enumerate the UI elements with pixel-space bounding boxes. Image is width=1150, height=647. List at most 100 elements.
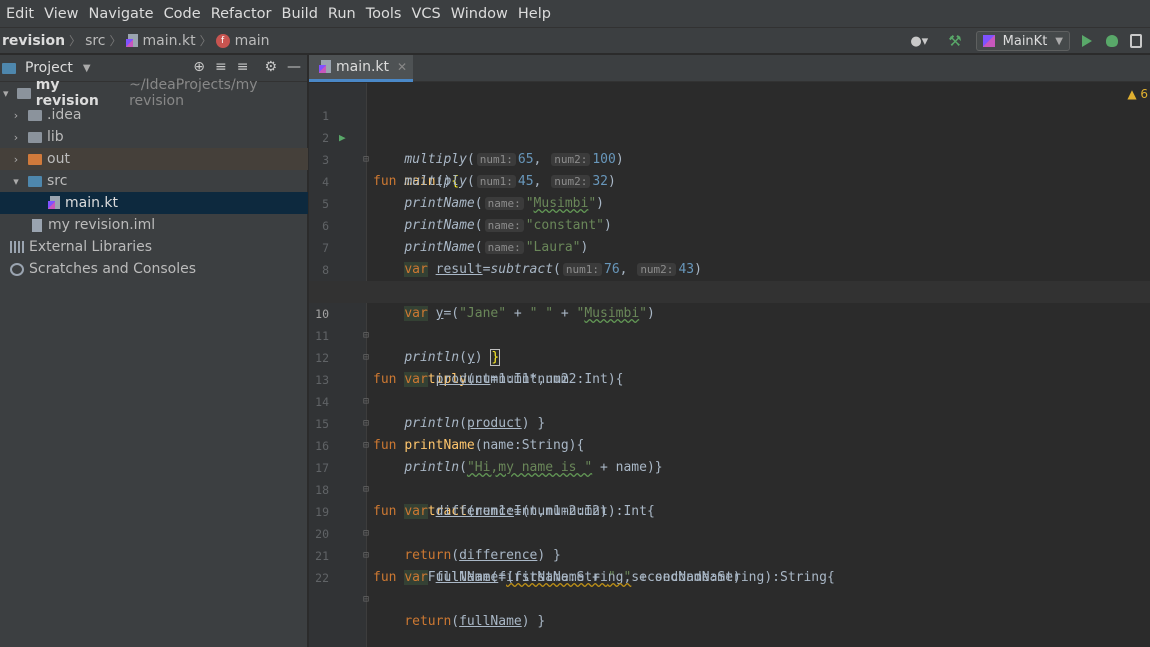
line-number: 22: [315, 571, 329, 585]
code-line[interactable]: 7 var result=subtract(num1: 76, num2: 43): [309, 215, 1150, 277]
toolbar-right: ●▾ ⚒ MainKt ▼: [910, 28, 1150, 54]
code-line[interactable]: 6 printName(name: "Laura"): [309, 193, 1150, 255]
code-line[interactable]: 21 var fullName=(firstName + " " + secon…: [309, 523, 1150, 585]
tree-item-label: lib: [47, 129, 64, 145]
chevron-right-icon[interactable]: ›: [10, 131, 22, 144]
run-icon[interactable]: [1082, 35, 1092, 47]
menu-edit[interactable]: Edit: [6, 6, 34, 22]
kotlin-logo-icon: [982, 35, 995, 47]
code-line-current[interactable]: 10 ⊟ println(y) }: [309, 281, 1150, 366]
coverage-icon[interactable]: [1130, 34, 1142, 48]
tree-item-lib[interactable]: › lib: [0, 126, 308, 148]
tab-label: main.kt: [336, 59, 390, 75]
code-line[interactable]: 19 ⊟ return(difference) }: [309, 479, 1150, 563]
tree-item-label: src: [47, 173, 68, 189]
breadcrumb-function-label: main: [234, 32, 270, 49]
tree-item-idea[interactable]: › .idea: [0, 104, 308, 126]
gear-icon[interactable]: ⚙: [264, 59, 277, 75]
code-line[interactable]: 4 printName(name: "Musimbi"): [309, 149, 1150, 211]
menu-run[interactable]: Run: [328, 6, 356, 22]
tree-item-external-libraries[interactable]: External Libraries: [0, 236, 308, 258]
breadcrumb-file-label: main.kt: [142, 32, 196, 49]
debug-icon[interactable]: [1106, 35, 1118, 47]
menu-navigate[interactable]: Navigate: [89, 6, 154, 22]
code-line[interactable]: 22 ⊟ return(fullName) }: [309, 545, 1150, 629]
kotlin-file-icon: [319, 60, 332, 74]
menu-tools[interactable]: Tools: [366, 6, 402, 22]
run-configuration-label: MainKt: [1002, 33, 1048, 49]
code-line[interactable]: 16: [309, 413, 1150, 453]
project-panel: Project ▼ ⊕ ≡ ≡ ⚙ — ▾ my revision ~/Idea…: [0, 55, 308, 647]
locate-icon[interactable]: ⊕: [193, 59, 205, 75]
code-line[interactable]: 11 ⊟ fun multiply(num1:Int,num2:Int){: [309, 303, 1150, 387]
breadcrumb-project[interactable]: revision: [2, 33, 65, 49]
code-line[interactable]: 9 var y=("Jane" + " " + "Musimbi"): [309, 259, 1150, 321]
menu-code[interactable]: Code: [164, 6, 201, 22]
user-icon[interactable]: ●▾: [910, 34, 928, 49]
breadcrumb-separator: 〉: [69, 34, 82, 48]
menu-bar: Edit View Navigate Code Refactor Build R…: [0, 0, 1150, 28]
expand-all-icon[interactable]: ≡: [215, 59, 227, 75]
breadcrumb-folder[interactable]: src: [85, 33, 105, 49]
menu-build[interactable]: Build: [282, 6, 318, 22]
folder-icon: [28, 131, 42, 143]
menu-vcs[interactable]: VCS: [411, 6, 440, 22]
breadcrumb-file[interactable]: main.kt: [125, 32, 196, 49]
code-editor[interactable]: ▲ 6 1 ▶ ⊟ fun main(){ 2 multiply(num1: 65…: [309, 83, 1150, 647]
tree-item-label: External Libraries: [29, 239, 152, 255]
menu-window[interactable]: Window: [451, 6, 508, 22]
menu-help[interactable]: Help: [518, 6, 551, 22]
code-line[interactable]: 14 ⊟ fun printName(name:String){: [309, 369, 1150, 453]
code-text: return(fullName) }: [404, 614, 546, 629]
close-icon[interactable]: ✕: [397, 60, 407, 74]
folder-icon: [28, 109, 42, 121]
fold-icon[interactable]: ⊟: [363, 589, 369, 611]
chevron-right-icon[interactable]: ›: [10, 153, 22, 166]
tree-item-iml[interactable]: my revision.iml: [0, 214, 308, 236]
breadcrumb-function[interactable]: f main: [215, 32, 270, 49]
collapse-all-icon[interactable]: ≡: [237, 59, 249, 75]
code-line[interactable]: 5 printName(name: "constant"): [309, 171, 1150, 233]
menu-view[interactable]: View: [44, 6, 78, 22]
code-line[interactable]: 8 println(result): [309, 237, 1150, 299]
chevron-down-icon[interactable]: ▼: [83, 63, 91, 74]
tree-item-main-kt[interactable]: main.kt: [0, 192, 308, 214]
tree-item-root[interactable]: ▾ my revision ~/IdeaProjects/my revision: [0, 77, 308, 109]
code-text: var fullName=(firstName + " " + secondNa…: [404, 570, 741, 585]
excluded-folder-icon: [28, 153, 42, 165]
breadcrumb-separator: 〉: [199, 34, 212, 48]
code-line[interactable]: 15 ⊟ println("Hi,my name is " + name)}: [309, 391, 1150, 475]
scratches-icon: [10, 262, 24, 276]
chevron-down-icon[interactable]: ▾: [10, 175, 22, 188]
code-line[interactable]: 17 ⊟ fun subtract(num1:Int,num2:Int):Int…: [309, 435, 1150, 519]
tree-item-out[interactable]: › out: [0, 148, 308, 170]
chevron-right-icon[interactable]: ›: [10, 109, 22, 122]
tab-main-kt[interactable]: main.kt ✕: [309, 55, 413, 82]
code-line[interactable]: 12 var product=num1*num2: [309, 325, 1150, 387]
library-icon: [10, 241, 24, 253]
project-panel-title[interactable]: Project: [25, 60, 73, 76]
chevron-down-icon: ▼: [1055, 35, 1063, 47]
tree-item-label: out: [47, 151, 70, 167]
code-line[interactable]: 1 ▶ ⊟ fun main(){: [309, 83, 1150, 189]
tree-item-scratches[interactable]: Scratches and Consoles: [0, 258, 308, 280]
run-configuration-select[interactable]: MainKt ▼: [975, 31, 1070, 51]
tree-item-label: .idea: [47, 107, 82, 123]
code-line[interactable]: 13 ⊟ println(product) }: [309, 347, 1150, 431]
source-folder-icon: [28, 175, 42, 187]
menu-refactor[interactable]: Refactor: [211, 6, 272, 22]
breadcrumb-separator: 〉: [109, 34, 122, 48]
build-hammer-icon[interactable]: ⚒: [948, 32, 961, 50]
project-panel-tools: ⊕ ≡ ≡ ⚙ —: [193, 59, 301, 75]
tree-item-src[interactable]: ▾ src: [0, 170, 308, 192]
module-folder-icon: [17, 87, 31, 99]
minimize-icon[interactable]: —: [287, 59, 301, 75]
code-line[interactable]: 20 ⊟ fun getFullName(firstName:String,se…: [309, 501, 1150, 585]
chevron-down-icon[interactable]: ▾: [0, 87, 11, 100]
function-icon: f: [215, 33, 230, 48]
iml-file-icon: [32, 218, 42, 232]
code-line[interactable]: 18 var difference=(num1-num2): [309, 457, 1150, 519]
kotlin-file-icon: [48, 196, 61, 210]
code-line[interactable]: 3 multiply(num1: 45, num2: 32): [309, 127, 1150, 189]
code-line[interactable]: 2 multiply(num1: 65, num2: 100): [309, 105, 1150, 167]
